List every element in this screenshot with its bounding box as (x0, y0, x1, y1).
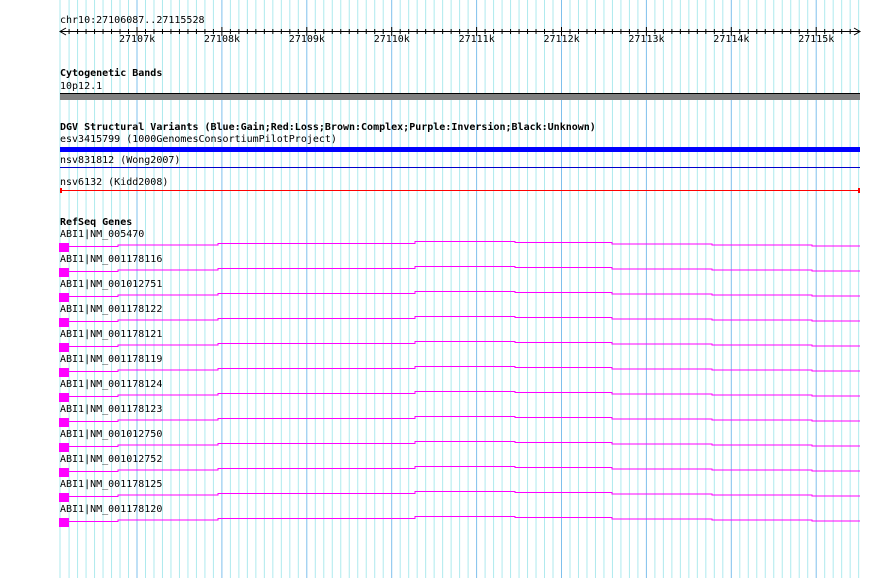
dgv-feature-bar[interactable] (60, 147, 860, 152)
gene-label[interactable]: ABI1|NM_001012752 (60, 454, 162, 465)
gene-intron-line[interactable] (68, 391, 860, 397)
gene-label[interactable]: ABI1|NM_001178121 (60, 329, 162, 340)
gene-exon[interactable] (59, 293, 69, 302)
ruler-tick-label: 27109k (288, 34, 325, 45)
gene-intron-line[interactable] (68, 266, 860, 272)
gene-exon[interactable] (59, 318, 69, 327)
gene-exon[interactable] (59, 468, 69, 477)
ruler-tick-label: 27113k (628, 34, 665, 45)
gene-intron-line[interactable] (68, 466, 860, 472)
gene-label[interactable]: ABI1|NM_001012751 (60, 279, 162, 290)
gene-label[interactable]: ABI1|NM_001178123 (60, 404, 162, 415)
dgv-feature-label[interactable]: nsv6132 (Kidd2008) (60, 177, 168, 188)
dgv-feature-label[interactable]: esv3415799 (1000GenomesConsortiumPilotPr… (60, 134, 337, 145)
gene-label[interactable]: ABI1|NM_005470 (60, 229, 144, 240)
dgv-track-title: DGV Structural Variants (Blue:Gain;Red:L… (60, 122, 596, 133)
cytoband-label: 10p12.1 (60, 81, 103, 92)
gene-intron-line[interactable] (68, 291, 860, 297)
gene-intron-line[interactable] (68, 416, 860, 422)
dgv-feature-end-mark (858, 188, 860, 193)
cytoband-bar[interactable] (60, 93, 860, 100)
gene-label[interactable]: ABI1|NM_001012750 (60, 429, 162, 440)
gene-label[interactable]: ABI1|NM_001178124 (60, 379, 162, 390)
gene-intron-line[interactable] (68, 316, 860, 322)
gene-label[interactable]: ABI1|NM_001178120 (60, 504, 162, 515)
gene-label[interactable]: ABI1|NM_001178116 (60, 254, 162, 265)
dgv-feature-start-mark (60, 188, 62, 193)
ruler-tick-label: 27111k (458, 34, 495, 45)
gene-exon[interactable] (59, 368, 69, 377)
ruler-tick-label: 27112k (543, 34, 580, 45)
ruler-tick-label: 27114k (713, 34, 750, 45)
cytoband-track-title: Cytogenetic Bands (60, 68, 163, 79)
refseq-track-title: RefSeq Genes (60, 217, 133, 228)
gene-exon[interactable] (59, 493, 69, 502)
gene-exon[interactable] (59, 393, 69, 402)
gene-intron-line[interactable] (68, 441, 860, 447)
gene-exon[interactable] (59, 418, 69, 427)
gene-intron-line[interactable] (68, 516, 860, 522)
gene-exon[interactable] (59, 268, 69, 277)
ruler-tick-label: 27107k (119, 34, 156, 45)
gene-intron-line[interactable] (68, 241, 860, 247)
gene-label[interactable]: ABI1|NM_001178122 (60, 304, 162, 315)
ruler-tick-label: 27115k (798, 34, 835, 45)
gene-exon[interactable] (59, 518, 69, 527)
gene-exon[interactable] (59, 243, 69, 252)
location-label: chr10:27106087..27115528 (60, 15, 205, 26)
gene-intron-line[interactable] (68, 341, 860, 347)
gene-exon[interactable] (59, 343, 69, 352)
ruler-tick-label: 27108k (203, 34, 241, 45)
gene-intron-line[interactable] (68, 491, 860, 497)
gene-intron-line[interactable] (68, 366, 860, 372)
ruler-tick-label: 27110k (373, 34, 410, 45)
gene-label[interactable]: ABI1|NM_001178119 (60, 354, 162, 365)
gene-exon[interactable] (59, 443, 69, 452)
gene-label[interactable]: ABI1|NM_001178125 (60, 479, 162, 490)
dgv-feature-label[interactable]: nsv831812 (Wong2007) (60, 155, 180, 166)
